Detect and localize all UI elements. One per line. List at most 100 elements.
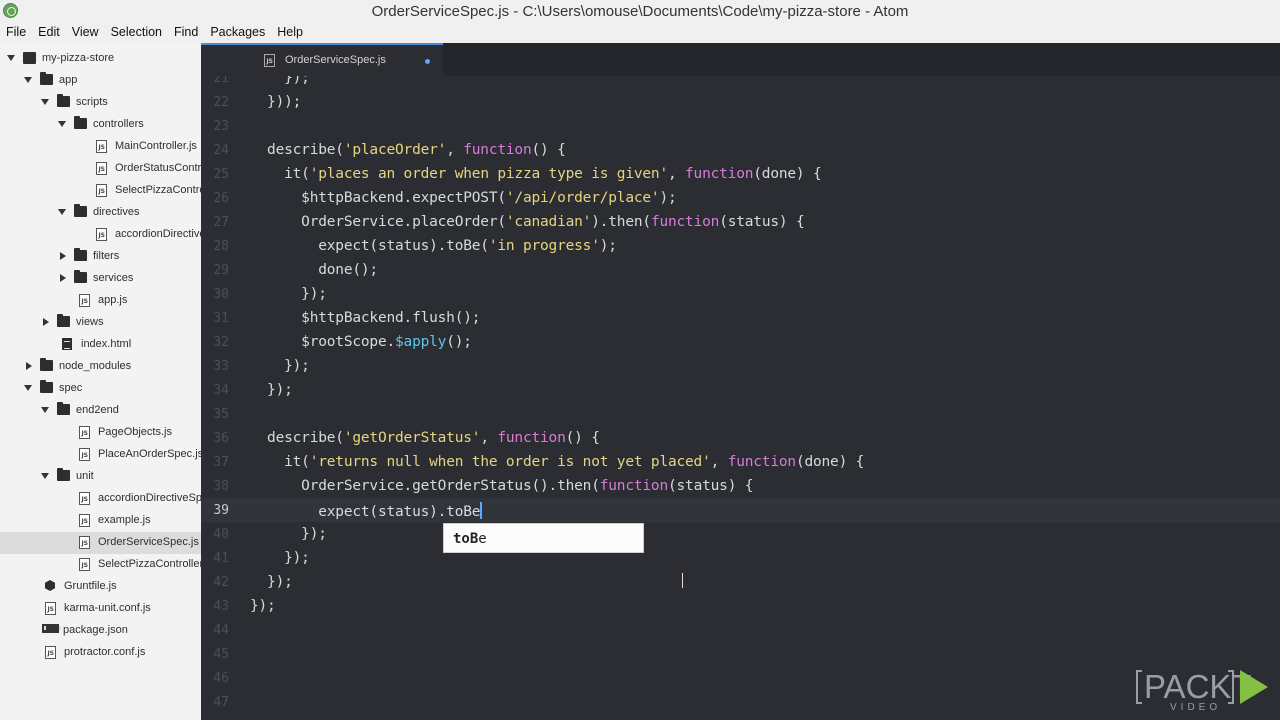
chevron-down-icon[interactable] bbox=[7, 55, 15, 61]
tree-item[interactable]: JS OrderStatusContro bbox=[0, 158, 201, 180]
tree-item[interactable]: views bbox=[0, 312, 201, 334]
menu-file[interactable]: File bbox=[0, 22, 32, 43]
code-line[interactable]: 26 $httpBackend.expectPOST('/api/order/p… bbox=[201, 186, 1280, 210]
chevron-down-icon[interactable] bbox=[24, 385, 32, 391]
line-number: 29 bbox=[213, 263, 229, 278]
watermark-sub: VIDEO bbox=[1170, 702, 1222, 713]
code-line[interactable]: 32 $rootScope.$apply(); bbox=[201, 330, 1280, 354]
tree-item-label: Gruntfile.js bbox=[64, 580, 117, 592]
folder-icon bbox=[57, 402, 70, 415]
code-line[interactable]: 28 expect(status).toBe('in progress'); bbox=[201, 234, 1280, 258]
tree-item[interactable]: JS protractor.conf.js bbox=[0, 642, 201, 664]
menu-packages[interactable]: Packages bbox=[204, 22, 271, 43]
chevron-right-icon[interactable] bbox=[60, 274, 66, 282]
code-line[interactable]: 23 bbox=[201, 114, 1280, 138]
code-line[interactable]: 24 describe('placeOrder', function() { bbox=[201, 138, 1280, 162]
line-number: 43 bbox=[213, 599, 229, 614]
code-line[interactable]: 43}); bbox=[201, 594, 1280, 618]
tree-item[interactable]: spec bbox=[0, 378, 201, 400]
code-line[interactable]: 45 bbox=[201, 642, 1280, 666]
code-line[interactable]: 33 }); bbox=[201, 354, 1280, 378]
code-line[interactable]: 37 it('returns null when the order is no… bbox=[201, 450, 1280, 474]
js-file-icon: JS bbox=[45, 602, 56, 615]
code-line[interactable]: 36 describe('getOrderStatus', function()… bbox=[201, 426, 1280, 450]
tree-item[interactable]: end2end bbox=[0, 400, 201, 422]
chevron-right-icon[interactable] bbox=[26, 362, 32, 370]
line-number: 22 bbox=[213, 95, 229, 110]
tree-item[interactable]: package.json bbox=[0, 620, 201, 642]
chevron-down-icon[interactable] bbox=[58, 209, 66, 215]
code-line[interactable]: 38 OrderService.getOrderStatus().then(fu… bbox=[201, 474, 1280, 498]
code-line[interactable]: 29 done(); bbox=[201, 258, 1280, 282]
tree-item-label: end2end bbox=[76, 404, 119, 416]
autocomplete-suggestion[interactable]: toBe bbox=[453, 531, 487, 547]
tree-item[interactable]: JS SelectPizzaControl bbox=[0, 180, 201, 202]
code-line[interactable]: 41 }); bbox=[201, 546, 1280, 570]
tree-item[interactable]: JS accordionDirectiveSpe bbox=[0, 488, 201, 510]
code-line[interactable]: 47 bbox=[201, 690, 1280, 714]
chevron-right-icon[interactable] bbox=[60, 252, 66, 260]
code-line[interactable]: 40 }); bbox=[201, 522, 1280, 546]
js-file-icon: JS bbox=[96, 184, 107, 197]
tree-item[interactable]: scripts bbox=[0, 92, 201, 114]
tree-item-label: example.js bbox=[98, 514, 151, 526]
line-number: 30 bbox=[213, 287, 229, 302]
code-line[interactable]: 34 }); bbox=[201, 378, 1280, 402]
tree-item[interactable]: filters bbox=[0, 246, 201, 268]
folder-icon bbox=[40, 358, 53, 371]
tree-item[interactable]: JS OrderServiceSpec.js bbox=[0, 532, 201, 554]
code-line[interactable]: 21 }); bbox=[201, 76, 1280, 90]
menu-edit[interactable]: Edit bbox=[32, 22, 66, 43]
menu-help[interactable]: Help bbox=[271, 22, 309, 43]
tree-item[interactable]: JS PageObjects.js bbox=[0, 422, 201, 444]
line-number: 41 bbox=[213, 551, 229, 566]
menu-selection[interactable]: Selection bbox=[105, 22, 168, 43]
tree-item-label: package.json bbox=[63, 624, 128, 636]
tree-item[interactable]: unit bbox=[0, 466, 201, 488]
tree-item[interactable]: JS karma-unit.conf.js bbox=[0, 598, 201, 620]
line-number: 45 bbox=[213, 647, 229, 662]
tree-item[interactable]: JS PlaceAnOrderSpec.js bbox=[0, 444, 201, 466]
code-line[interactable]: 22 })); bbox=[201, 90, 1280, 114]
code-line[interactable]: 46 bbox=[201, 666, 1280, 690]
chevron-right-icon[interactable] bbox=[43, 318, 49, 326]
chevron-down-icon[interactable] bbox=[41, 99, 49, 105]
chevron-down-icon[interactable] bbox=[58, 121, 66, 127]
chevron-down-icon[interactable] bbox=[41, 407, 49, 413]
code-line[interactable]: 42 }); bbox=[201, 570, 1280, 594]
code-line[interactable]: 39 expect(status).toBe bbox=[201, 498, 1280, 522]
code-line[interactable]: 25 it('places an order when pizza type i… bbox=[201, 162, 1280, 186]
tree-item[interactable]: JS MainController.js bbox=[0, 136, 201, 158]
tree-item[interactable]: app bbox=[0, 70, 201, 92]
packt-video-watermark: PACKT VIDEO bbox=[1134, 668, 1274, 714]
js-file-icon: JS bbox=[45, 646, 56, 659]
tree-item[interactable]: Gruntfile.js bbox=[0, 576, 201, 598]
tree-item[interactable]: index.html bbox=[0, 334, 201, 356]
tree-item-label: views bbox=[76, 316, 104, 328]
code-editor[interactable]: 21 }); 22 })); 23 24 describe('placeOrder',… bbox=[201, 76, 1280, 720]
chevron-down-icon[interactable] bbox=[24, 77, 32, 83]
code-line[interactable]: 35 bbox=[201, 402, 1280, 426]
code-line[interactable]: 44 bbox=[201, 618, 1280, 642]
tree-item[interactable]: JS accordionDirective bbox=[0, 224, 201, 246]
tab-orderservicespec[interactable]: JS OrderServiceSpec.js bbox=[201, 43, 443, 76]
tree-item-label: SelectPizzaControl bbox=[115, 184, 201, 196]
tree-item[interactable]: JS SelectPizzaControllerS bbox=[0, 554, 201, 576]
tree-item[interactable]: node_modules bbox=[0, 356, 201, 378]
tree-item[interactable]: services bbox=[0, 268, 201, 290]
tree-item[interactable]: my-pizza-store bbox=[0, 48, 201, 70]
tree-item-label: directives bbox=[93, 206, 140, 218]
line-number: 46 bbox=[213, 671, 229, 686]
folder-icon bbox=[57, 468, 70, 481]
code-line[interactable]: 27 OrderService.placeOrder('canadian').t… bbox=[201, 210, 1280, 234]
chevron-down-icon[interactable] bbox=[41, 473, 49, 479]
tree-item[interactable]: directives bbox=[0, 202, 201, 224]
modified-indicator-icon[interactable] bbox=[425, 59, 430, 64]
menu-view[interactable]: View bbox=[66, 22, 105, 43]
tree-item[interactable]: controllers bbox=[0, 114, 201, 136]
menu-find[interactable]: Find bbox=[168, 22, 204, 43]
tree-item[interactable]: JS app.js bbox=[0, 290, 201, 312]
code-line[interactable]: 31 $httpBackend.flush(); bbox=[201, 306, 1280, 330]
tree-item[interactable]: JS example.js bbox=[0, 510, 201, 532]
code-line[interactable]: 30 }); bbox=[201, 282, 1280, 306]
